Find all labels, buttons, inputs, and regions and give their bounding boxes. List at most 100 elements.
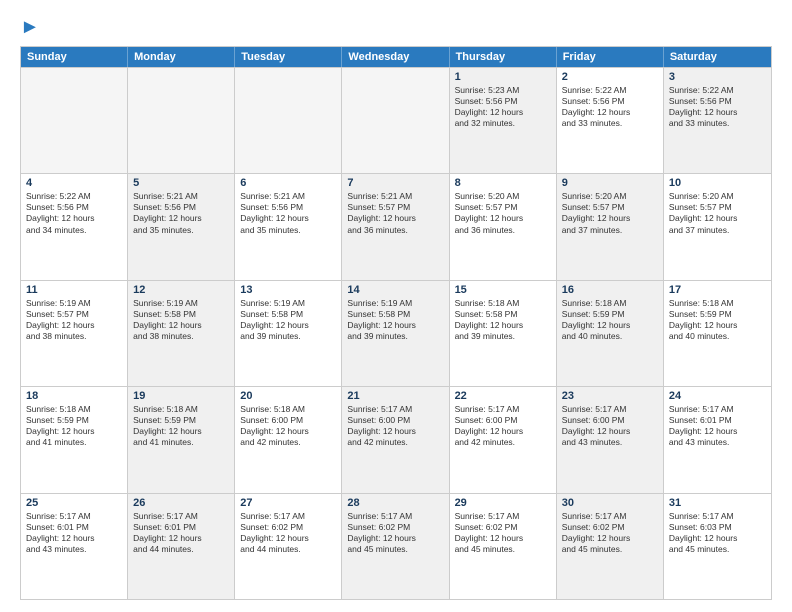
cell-info: Sunrise: 5:22 AMSunset: 5:56 PMDaylight:… — [26, 191, 122, 235]
cell-info: Sunrise: 5:17 AMSunset: 6:02 PMDaylight:… — [347, 511, 443, 555]
calendar-week-5: 25 Sunrise: 5:17 AMSunset: 6:01 PMDayligh… — [21, 493, 771, 599]
cell-info: Sunrise: 5:18 AMSunset: 5:59 PMDaylight:… — [669, 298, 766, 342]
calendar: SundayMondayTuesdayWednesdayThursdayFrid… — [20, 46, 772, 600]
day-number: 13 — [240, 284, 336, 296]
calendar-week-1: 1 Sunrise: 5:23 AMSunset: 5:56 PMDaylight… — [21, 67, 771, 173]
day-number: 10 — [669, 177, 766, 189]
calendar-cell: 26 Sunrise: 5:17 AMSunset: 6:01 PMDayligh… — [128, 494, 235, 599]
cell-info: Sunrise: 5:17 AMSunset: 6:01 PMDaylight:… — [669, 404, 766, 448]
day-number: 4 — [26, 177, 122, 189]
calendar-cell: 4 Sunrise: 5:22 AMSunset: 5:56 PMDaylight… — [21, 174, 128, 279]
day-number: 6 — [240, 177, 336, 189]
cell-info: Sunrise: 5:20 AMSunset: 5:57 PMDaylight:… — [669, 191, 766, 235]
day-header-sunday: Sunday — [21, 47, 128, 67]
calendar-cell: 28 Sunrise: 5:17 AMSunset: 6:02 PMDayligh… — [342, 494, 449, 599]
cell-info: Sunrise: 5:18 AMSunset: 5:59 PMDaylight:… — [562, 298, 658, 342]
calendar-cell: 18Sunrise: 5:18 AMSunset: 5:59 PMDayligh… — [21, 387, 128, 492]
calendar-cell: 31 Sunrise: 5:17 AMSunset: 6:03 PMDayligh… — [664, 494, 771, 599]
calendar-cell: 9Sunrise: 5:20 AMSunset: 5:57 PMDaylight… — [557, 174, 664, 279]
day-header-monday: Monday — [128, 47, 235, 67]
calendar-cell: 25Sunrise: 5:17 AMSunset: 6:01 PMDayligh… — [21, 494, 128, 599]
cell-info: Sunrise: 5:22 AMSunset: 5:56 PMDaylight:… — [669, 85, 766, 129]
cell-info: Sunrise: 5:17 AMSunset: 6:02 PMDaylight:… — [562, 511, 658, 555]
day-number: 26 — [133, 497, 229, 509]
cell-info: Sunrise: 5:17 AMSunset: 6:00 PMDaylight:… — [455, 404, 551, 448]
day-number: 19 — [133, 390, 229, 402]
day-number: 17 — [669, 284, 766, 296]
day-number: 5 — [133, 177, 229, 189]
cell-info: Sunrise: 5:21 AMSunset: 5:56 PMDaylight:… — [133, 191, 229, 235]
header: ► — [20, 16, 772, 38]
calendar-cell: 15 Sunrise: 5:18 AMSunset: 5:58 PMDayligh… — [450, 281, 557, 386]
cell-info: Sunrise: 5:19 AMSunset: 5:58 PMDaylight:… — [133, 298, 229, 342]
calendar-cell: 5 Sunrise: 5:21 AMSunset: 5:56 PMDaylight… — [128, 174, 235, 279]
day-number: 9 — [562, 177, 658, 189]
calendar-cell: 21 Sunrise: 5:17 AMSunset: 6:00 PMDayligh… — [342, 387, 449, 492]
day-number: 21 — [347, 390, 443, 402]
day-number: 12 — [133, 284, 229, 296]
day-header-thursday: Thursday — [450, 47, 557, 67]
cell-info: Sunrise: 5:17 AMSunset: 6:01 PMDaylight:… — [133, 511, 229, 555]
cell-info: Sunrise: 5:19 AMSunset: 5:58 PMDaylight:… — [347, 298, 443, 342]
day-number: 27 — [240, 497, 336, 509]
day-number: 30 — [562, 497, 658, 509]
calendar-cell: 29 Sunrise: 5:17 AMSunset: 6:02 PMDayligh… — [450, 494, 557, 599]
day-header-friday: Friday — [557, 47, 664, 67]
calendar-cell: 27 Sunrise: 5:17 AMSunset: 6:02 PMDayligh… — [235, 494, 342, 599]
day-number: 1 — [455, 71, 551, 83]
day-number: 14 — [347, 284, 443, 296]
day-number: 29 — [455, 497, 551, 509]
day-header-saturday: Saturday — [664, 47, 771, 67]
cell-info: Sunrise: 5:17 AMSunset: 6:02 PMDaylight:… — [455, 511, 551, 555]
calendar-cell: 3 Sunrise: 5:22 AMSunset: 5:56 PMDaylight… — [664, 68, 771, 173]
logo: ► — [20, 16, 40, 38]
cell-info: Sunrise: 5:18 AMSunset: 5:58 PMDaylight:… — [455, 298, 551, 342]
cell-info: Sunrise: 5:23 AMSunset: 5:56 PMDaylight:… — [455, 85, 551, 129]
calendar-cell: 24 Sunrise: 5:17 AMSunset: 6:01 PMDayligh… — [664, 387, 771, 492]
calendar-cell: 22 Sunrise: 5:17 AMSunset: 6:00 PMDayligh… — [450, 387, 557, 492]
cell-info: Sunrise: 5:17 AMSunset: 6:02 PMDaylight:… — [240, 511, 336, 555]
cell-info: Sunrise: 5:17 AMSunset: 6:03 PMDaylight:… — [669, 511, 766, 555]
calendar-cell: 14 Sunrise: 5:19 AMSunset: 5:58 PMDayligh… — [342, 281, 449, 386]
cell-info: Sunrise: 5:22 AMSunset: 5:56 PMDaylight:… — [562, 85, 658, 129]
calendar-cell — [128, 68, 235, 173]
calendar-body: 1 Sunrise: 5:23 AMSunset: 5:56 PMDaylight… — [21, 67, 771, 599]
day-number: 24 — [669, 390, 766, 402]
calendar-cell: 17 Sunrise: 5:18 AMSunset: 5:59 PMDayligh… — [664, 281, 771, 386]
cell-info: Sunrise: 5:21 AMSunset: 5:56 PMDaylight:… — [240, 191, 336, 235]
day-number: 22 — [455, 390, 551, 402]
cell-info: Sunrise: 5:19 AMSunset: 5:58 PMDaylight:… — [240, 298, 336, 342]
calendar-cell: 7 Sunrise: 5:21 AMSunset: 5:57 PMDaylight… — [342, 174, 449, 279]
day-number: 15 — [455, 284, 551, 296]
calendar-cell: 13 Sunrise: 5:19 AMSunset: 5:58 PMDayligh… — [235, 281, 342, 386]
day-number: 18 — [26, 390, 122, 402]
calendar-cell: 6 Sunrise: 5:21 AMSunset: 5:56 PMDaylight… — [235, 174, 342, 279]
calendar-cell: 10 Sunrise: 5:20 AMSunset: 5:57 PMDayligh… — [664, 174, 771, 279]
day-number: 23 — [562, 390, 658, 402]
calendar-cell: 1 Sunrise: 5:23 AMSunset: 5:56 PMDaylight… — [450, 68, 557, 173]
day-number: 16 — [562, 284, 658, 296]
calendar-cell — [342, 68, 449, 173]
day-number: 11 — [26, 284, 122, 296]
cell-info: Sunrise: 5:18 AMSunset: 5:59 PMDaylight:… — [133, 404, 229, 448]
day-number: 7 — [347, 177, 443, 189]
day-number: 25 — [26, 497, 122, 509]
day-number: 8 — [455, 177, 551, 189]
calendar-cell — [21, 68, 128, 173]
calendar-cell: 30 Sunrise: 5:17 AMSunset: 6:02 PMDayligh… — [557, 494, 664, 599]
cell-info: Sunrise: 5:20 AMSunset: 5:57 PMDaylight:… — [455, 191, 551, 235]
cell-info: Sunrise: 5:17 AMSunset: 6:00 PMDaylight:… — [347, 404, 443, 448]
day-number: 28 — [347, 497, 443, 509]
calendar-cell: 19 Sunrise: 5:18 AMSunset: 5:59 PMDayligh… — [128, 387, 235, 492]
calendar-week-3: 11 Sunrise: 5:19 AMSunset: 5:57 PMDayligh… — [21, 280, 771, 386]
day-number: 31 — [669, 497, 766, 509]
cell-info: Sunrise: 5:21 AMSunset: 5:57 PMDaylight:… — [347, 191, 443, 235]
cell-info: Sunrise: 5:19 AMSunset: 5:57 PMDaylight:… — [26, 298, 122, 342]
calendar-cell: 2 Sunrise: 5:22 AMSunset: 5:56 PMDaylight… — [557, 68, 664, 173]
logo-text: ► — [20, 16, 40, 38]
calendar-cell: 11 Sunrise: 5:19 AMSunset: 5:57 PMDayligh… — [21, 281, 128, 386]
calendar-cell: 12 Sunrise: 5:19 AMSunset: 5:58 PMDayligh… — [128, 281, 235, 386]
day-number: 3 — [669, 71, 766, 83]
day-number: 2 — [562, 71, 658, 83]
calendar-cell: 23Sunrise: 5:17 AMSunset: 6:00 PMDayligh… — [557, 387, 664, 492]
